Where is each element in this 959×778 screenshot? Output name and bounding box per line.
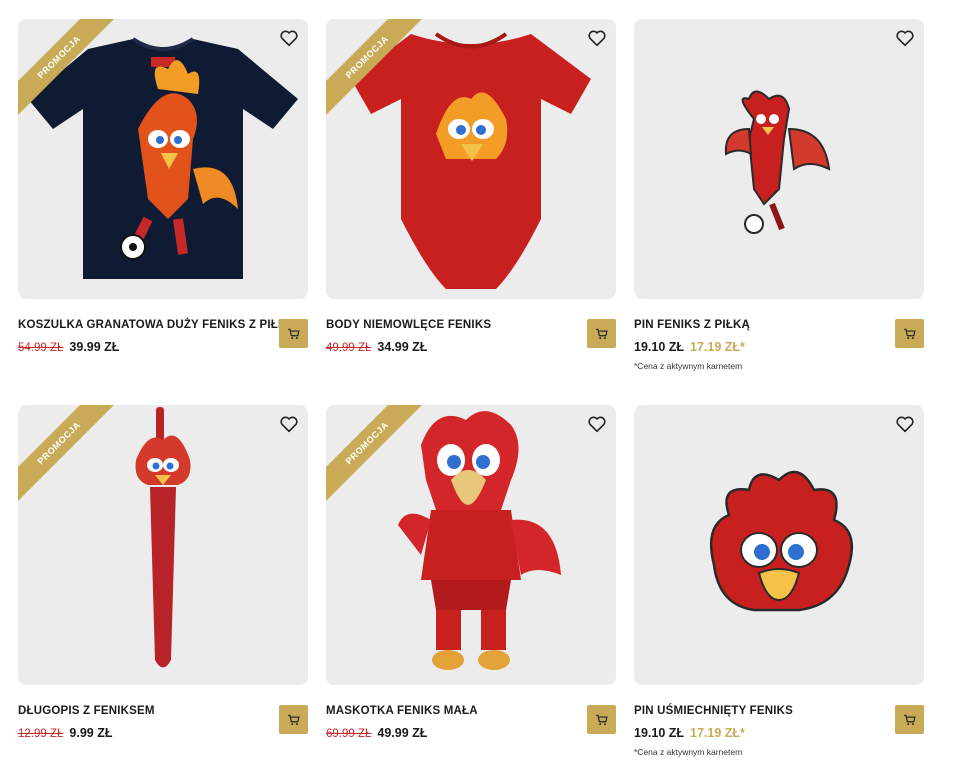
- product-price: 12.99 ZŁ 9.99 ZŁ: [18, 726, 112, 740]
- add-to-cart-button[interactable]: [279, 705, 308, 734]
- cart-icon: [287, 328, 300, 339]
- heart-icon[interactable]: [278, 413, 300, 435]
- product-card[interactable]: PROMOCJA BODY NIEMOWLĘCE FENIKS 49.99 ZŁ…: [326, 19, 616, 354]
- add-to-cart-button[interactable]: [895, 319, 924, 348]
- product-image[interactable]: [634, 19, 924, 299]
- product-price: 19.10 ZŁ 17.19 ZŁ*: [634, 726, 745, 740]
- product-image[interactable]: PROMOCJA: [18, 19, 308, 299]
- current-price: 34.99 ZŁ: [377, 340, 428, 354]
- member-price: 17.19 ZŁ*: [690, 340, 745, 354]
- cart-icon: [595, 328, 608, 339]
- product-card[interactable]: PIN FENIKS Z PIŁKĄ 19.10 ZŁ 17.19 ZŁ* *Ce…: [634, 19, 924, 371]
- add-to-cart-button[interactable]: [587, 319, 616, 348]
- product-card[interactable]: PROMOCJA MASKOTKA FENIKS MAŁA 69.99 ZŁ 49…: [326, 405, 616, 740]
- product-image[interactable]: PROMOCJA: [326, 405, 616, 685]
- product-image[interactable]: PROMOCJA: [18, 405, 308, 685]
- cart-icon: [903, 328, 916, 339]
- product-card[interactable]: PIN UŚMIECHNIĘTY FENIKS 19.10 ZŁ 17.19 ZŁ…: [634, 405, 924, 757]
- cart-icon: [903, 714, 916, 725]
- heart-icon[interactable]: [894, 27, 916, 49]
- current-price: 19.10 ZŁ: [634, 340, 685, 354]
- heart-icon[interactable]: [586, 27, 608, 49]
- cart-icon: [287, 714, 300, 725]
- pin-ball-image: [724, 90, 831, 234]
- heart-icon[interactable]: [586, 413, 608, 435]
- cart-icon: [595, 714, 608, 725]
- product-image[interactable]: [634, 405, 924, 685]
- product-price: 54.99 ZŁ 39.99 ZŁ: [18, 340, 119, 354]
- old-price: 54.99 ZŁ: [18, 342, 64, 354]
- product-price: 69.99 ZŁ 49.99 ZŁ: [326, 726, 427, 740]
- product-card[interactable]: PROMOCJA DŁUGOPIS Z FENIKSEM 12.99 ZŁ 9.9…: [18, 405, 308, 740]
- member-price-note: *Cena z aktywnym karnetem: [634, 747, 743, 757]
- current-price: 39.99 ZŁ: [69, 340, 120, 354]
- add-to-cart-button[interactable]: [587, 705, 616, 734]
- product-name[interactable]: PIN UŚMIECHNIĘTY FENIKS: [634, 705, 793, 717]
- product-name[interactable]: PIN FENIKS Z PIŁKĄ: [634, 319, 750, 331]
- product-image[interactable]: PROMOCJA: [326, 19, 616, 299]
- current-price: 9.99 ZŁ: [69, 726, 113, 740]
- current-price: 19.10 ZŁ: [634, 726, 685, 740]
- heart-icon[interactable]: [894, 413, 916, 435]
- product-price: 19.10 ZŁ 17.19 ZŁ*: [634, 340, 745, 354]
- product-name[interactable]: DŁUGOPIS Z FENIKSEM: [18, 705, 155, 717]
- product-card[interactable]: PROMOCJA KOSZULKA GRANATOWA DUŻY FENIKS …: [18, 19, 308, 354]
- member-price-note: *Cena z aktywnym karnetem: [634, 361, 743, 371]
- pin-smile-image: [709, 470, 854, 612]
- current-price: 49.99 ZŁ: [377, 726, 428, 740]
- old-price: 69.99 ZŁ: [326, 728, 372, 740]
- product-name[interactable]: BODY NIEMOWLĘCE FENIKS: [326, 319, 491, 331]
- old-price: 12.99 ZŁ: [18, 728, 64, 740]
- add-to-cart-button[interactable]: [895, 705, 924, 734]
- product-name[interactable]: KOSZULKA GRANATOWA DUŻY FENIKS Z PIŁKĄ: [18, 319, 295, 331]
- old-price: 49.99 ZŁ: [326, 342, 372, 354]
- member-price: 17.19 ZŁ*: [690, 726, 745, 740]
- product-price: 49.99 ZŁ 34.99 ZŁ: [326, 340, 427, 354]
- add-to-cart-button[interactable]: [279, 319, 308, 348]
- product-grid: PROMOCJA KOSZULKA GRANATOWA DUŻY FENIKS …: [0, 0, 959, 778]
- heart-icon[interactable]: [278, 27, 300, 49]
- product-name[interactable]: MASKOTKA FENIKS MAŁA: [326, 705, 478, 717]
